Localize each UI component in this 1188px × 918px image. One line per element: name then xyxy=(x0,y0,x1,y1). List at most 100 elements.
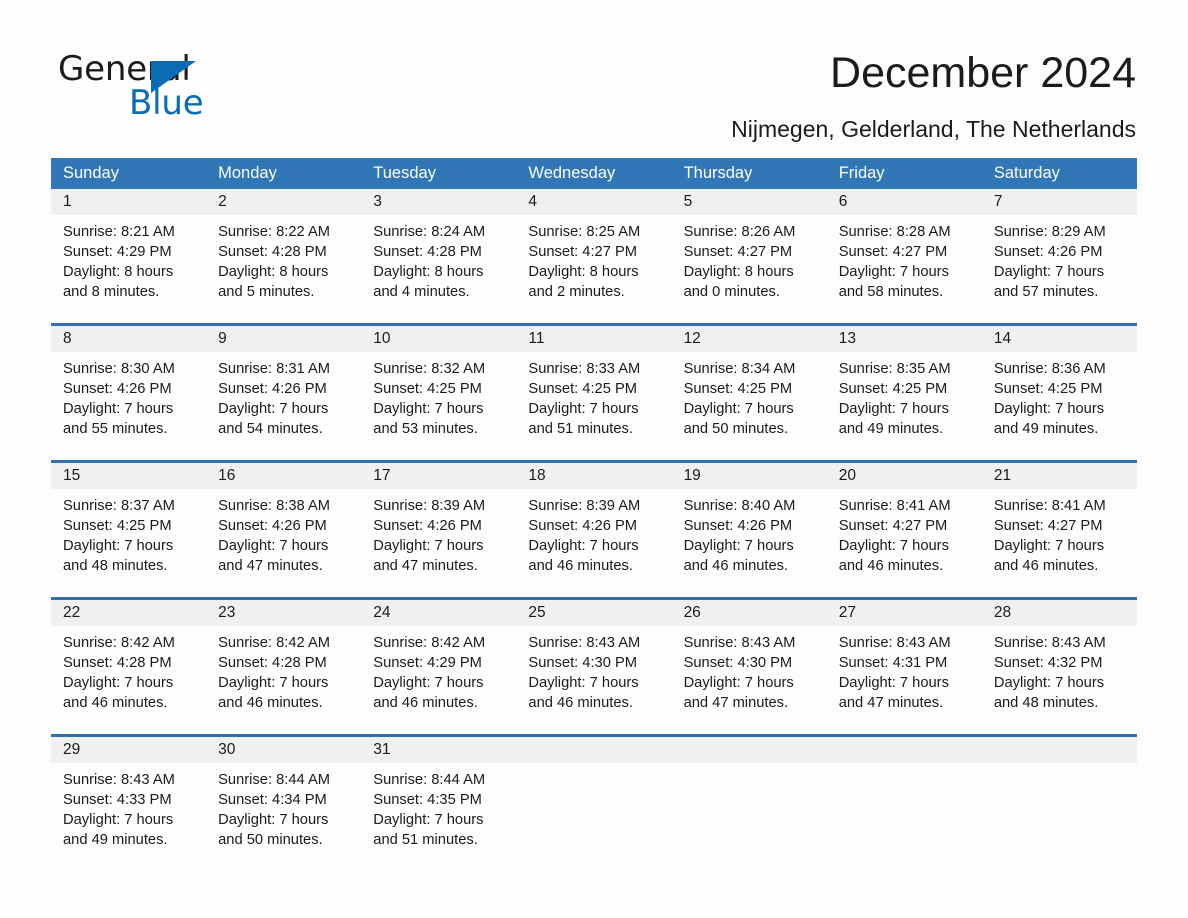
day-number-26[interactable]: 26 xyxy=(672,600,827,626)
day-cell-12[interactable]: Sunrise: 8:34 AM Sunset: 4:25 PM Daylight:… xyxy=(672,352,827,442)
daylight-text: Daylight: 7 hours xyxy=(373,538,484,554)
sunset-text: Sunset: 4:33 PM xyxy=(63,792,172,808)
day-cell-25[interactable]: Sunrise: 8:43 AM Sunset: 4:30 PM Daylight:… xyxy=(516,626,671,716)
day-cell-14[interactable]: Sunrise: 8:36 AM Sunset: 4:25 PM Daylight:… xyxy=(982,352,1137,442)
day-cell-23[interactable]: Sunrise: 8:42 AM Sunset: 4:28 PM Daylight:… xyxy=(206,626,361,716)
day-cell-4[interactable]: Sunrise: 8:25 AM Sunset: 4:27 PM Daylight:… xyxy=(516,215,671,305)
daylight-text: Daylight: 7 hours xyxy=(218,812,329,828)
day-number-28[interactable]: 28 xyxy=(982,600,1137,626)
sunrise-text: Sunrise: 8:34 AM xyxy=(683,361,796,377)
week-detail-row: Sunrise: 8:42 AM Sunset: 4:28 PM Daylight:… xyxy=(51,626,1137,716)
day-cell-8[interactable]: Sunrise: 8:30 AM Sunset: 4:26 PM Daylight:… xyxy=(51,352,206,442)
sunrise-text: Sunrise: 8:36 AM xyxy=(993,361,1106,377)
day-number-24[interactable]: 24 xyxy=(361,600,516,626)
day-number-31[interactable]: 31 xyxy=(361,737,516,763)
daylight-text-cont: and 46 minutes. xyxy=(993,558,1099,574)
sunset-text: Sunset: 4:30 PM xyxy=(528,655,638,671)
day-number-10[interactable]: 10 xyxy=(361,326,516,352)
day-number-20[interactable]: 20 xyxy=(827,463,982,489)
day-cell-16[interactable]: Sunrise: 8:38 AM Sunset: 4:26 PM Daylight:… xyxy=(206,489,361,579)
week-daynumber-band: 1234567 xyxy=(51,189,1137,215)
day-number-25[interactable]: 25 xyxy=(516,600,671,626)
sunrise-text: Sunrise: 8:22 AM xyxy=(218,224,330,240)
sunset-text: Sunset: 4:26 PM xyxy=(218,518,327,534)
day-number-30[interactable]: 30 xyxy=(206,737,361,763)
day-cell-6[interactable]: Sunrise: 8:28 AM Sunset: 4:27 PM Daylight:… xyxy=(827,215,982,305)
day-cell-10[interactable]: Sunrise: 8:32 AM Sunset: 4:25 PM Daylight:… xyxy=(361,352,516,442)
day-cell-17[interactable]: Sunrise: 8:39 AM Sunset: 4:26 PM Daylight:… xyxy=(361,489,516,579)
day-cell-5[interactable]: Sunrise: 8:26 AM Sunset: 4:27 PM Daylight:… xyxy=(672,215,827,305)
daylight-text: Daylight: 7 hours xyxy=(63,538,174,554)
day-number-14[interactable]: 14 xyxy=(982,326,1137,352)
day-number-29[interactable]: 29 xyxy=(51,737,206,763)
day-number-5[interactable]: 5 xyxy=(672,189,827,215)
day-cell-24[interactable]: Sunrise: 8:42 AM Sunset: 4:29 PM Daylight:… xyxy=(361,626,516,716)
day-number-2[interactable]: 2 xyxy=(206,189,361,215)
sunset-text: Sunset: 4:25 PM xyxy=(993,381,1103,397)
day-cell-21[interactable]: Sunrise: 8:41 AM Sunset: 4:27 PM Daylight:… xyxy=(982,489,1137,579)
daylight-text: Daylight: 8 hours xyxy=(373,264,484,280)
day-cell-22[interactable]: Sunrise: 8:42 AM Sunset: 4:28 PM Daylight:… xyxy=(51,626,206,716)
day-number-1[interactable]: 1 xyxy=(51,189,206,215)
day-number-18[interactable]: 18 xyxy=(516,463,671,489)
day-cell-30[interactable]: Sunrise: 8:44 AM Sunset: 4:34 PM Daylight:… xyxy=(206,763,361,853)
day-number-7[interactable]: 7 xyxy=(982,189,1137,215)
day-cell-15[interactable]: Sunrise: 8:37 AM Sunset: 4:25 PM Daylight:… xyxy=(51,489,206,579)
day-number-8[interactable]: 8 xyxy=(51,326,206,352)
day-number-6[interactable]: 6 xyxy=(827,189,982,215)
daylight-text: Daylight: 7 hours xyxy=(993,264,1105,280)
sunrise-text: Sunrise: 8:30 AM xyxy=(63,361,175,377)
day-cell-7[interactable]: Sunrise: 8:29 AM Sunset: 4:26 PM Daylight:… xyxy=(982,215,1137,305)
day-cell-1[interactable]: Sunrise: 8:21 AM Sunset: 4:29 PM Daylight:… xyxy=(51,215,206,305)
day-number-12[interactable]: 12 xyxy=(672,326,827,352)
day-cell-2[interactable]: Sunrise: 8:22 AM Sunset: 4:28 PM Daylight:… xyxy=(206,215,361,305)
day-number-15[interactable]: 15 xyxy=(51,463,206,489)
day-cell-19[interactable]: Sunrise: 8:40 AM Sunset: 4:26 PM Daylight:… xyxy=(672,489,827,579)
day-cell-28[interactable]: Sunrise: 8:43 AM Sunset: 4:32 PM Daylight:… xyxy=(982,626,1137,716)
week-daynumber-band: 22 23 24 25 26 27 28 xyxy=(51,600,1137,626)
day-cell-11[interactable]: Sunrise: 8:33 AM Sunset: 4:25 PM Daylight:… xyxy=(516,352,671,442)
calendar-week-row: 8 9 10 11 12 13 14 Sunrise: 8:30 AM Sunset: 4:26… xyxy=(51,323,1137,442)
day-cell-29[interactable]: Sunrise: 8:43 AM Sunset: 4:33 PM Daylight:… xyxy=(51,763,206,853)
sunset-text: Sunset: 4:26 PM xyxy=(63,381,172,397)
week-detail-row: Sunrise: 8:43 AM Sunset: 4:33 PM Daylight:… xyxy=(51,763,1137,853)
day-cell-26[interactable]: Sunrise: 8:43 AM Sunset: 4:30 PM Daylight:… xyxy=(672,626,827,716)
day-number-27[interactable]: 27 xyxy=(827,600,982,626)
day-number-17[interactable]: 17 xyxy=(361,463,516,489)
calendar-week-row: 22 23 24 25 26 27 28 Sunrise: 8:42 AM Sunset: 4:… xyxy=(51,597,1137,716)
day-number-3[interactable]: 3 xyxy=(361,189,516,215)
daylight-text-cont: and 47 minutes. xyxy=(683,695,789,711)
day-number-16[interactable]: 16 xyxy=(206,463,361,489)
day-cell-27[interactable]: Sunrise: 8:43 AM Sunset: 4:31 PM Daylight:… xyxy=(827,626,982,716)
week-daynumber-band: 29 30 31 xyxy=(51,737,1137,763)
day-number-9[interactable]: 9 xyxy=(206,326,361,352)
weekday-header-saturday: Saturday xyxy=(993,164,1060,182)
sunrise-text: Sunrise: 8:42 AM xyxy=(373,635,486,651)
week-daynumber-band: 8 9 10 11 12 13 14 xyxy=(51,326,1137,352)
daylight-text: Daylight: 7 hours xyxy=(683,675,794,691)
day-cell-3[interactable]: Sunrise: 8:24 AM Sunset: 4:28 PM Daylight:… xyxy=(361,215,516,305)
daylight-text-cont: and 46 minutes. xyxy=(63,695,168,711)
sunset-text: Sunset: 4:25 PM xyxy=(683,381,793,397)
sunrise-text: Sunrise: 8:43 AM xyxy=(838,635,951,651)
daylight-text-cont: and 0 minutes. xyxy=(683,284,780,300)
day-number-22[interactable]: 22 xyxy=(51,600,206,626)
generalblue-logo[interactable]: General Blue xyxy=(58,52,378,132)
day-number-21[interactable]: 21 xyxy=(982,463,1137,489)
day-cell-20[interactable]: Sunrise: 8:41 AM Sunset: 4:27 PM Daylight:… xyxy=(827,489,982,579)
sunrise-text: Sunrise: 8:39 AM xyxy=(373,498,486,514)
day-number-11[interactable]: 11 xyxy=(516,326,671,352)
day-number-23[interactable]: 23 xyxy=(206,600,361,626)
day-number-4[interactable]: 4 xyxy=(516,189,671,215)
sunset-text: Sunset: 4:34 PM xyxy=(218,792,327,808)
daylight-text-cont: and 48 minutes. xyxy=(63,558,168,574)
week-detail-row: Sunrise: 8:37 AM Sunset: 4:25 PM Daylight:… xyxy=(51,489,1137,579)
sunset-text: Sunset: 4:29 PM xyxy=(63,244,172,260)
day-cell-9[interactable]: Sunrise: 8:31 AM Sunset: 4:26 PM Daylight:… xyxy=(206,352,361,442)
day-number-13[interactable]: 13 xyxy=(827,326,982,352)
sunset-text: Sunset: 4:25 PM xyxy=(373,381,482,397)
day-cell-31[interactable]: Sunrise: 8:44 AM Sunset: 4:35 PM Daylight:… xyxy=(361,763,516,853)
day-cell-13[interactable]: Sunrise: 8:35 AM Sunset: 4:25 PM Daylight:… xyxy=(827,352,982,442)
day-cell-18[interactable]: Sunrise: 8:39 AM Sunset: 4:26 PM Daylight:… xyxy=(516,489,671,579)
day-number-19[interactable]: 19 xyxy=(672,463,827,489)
